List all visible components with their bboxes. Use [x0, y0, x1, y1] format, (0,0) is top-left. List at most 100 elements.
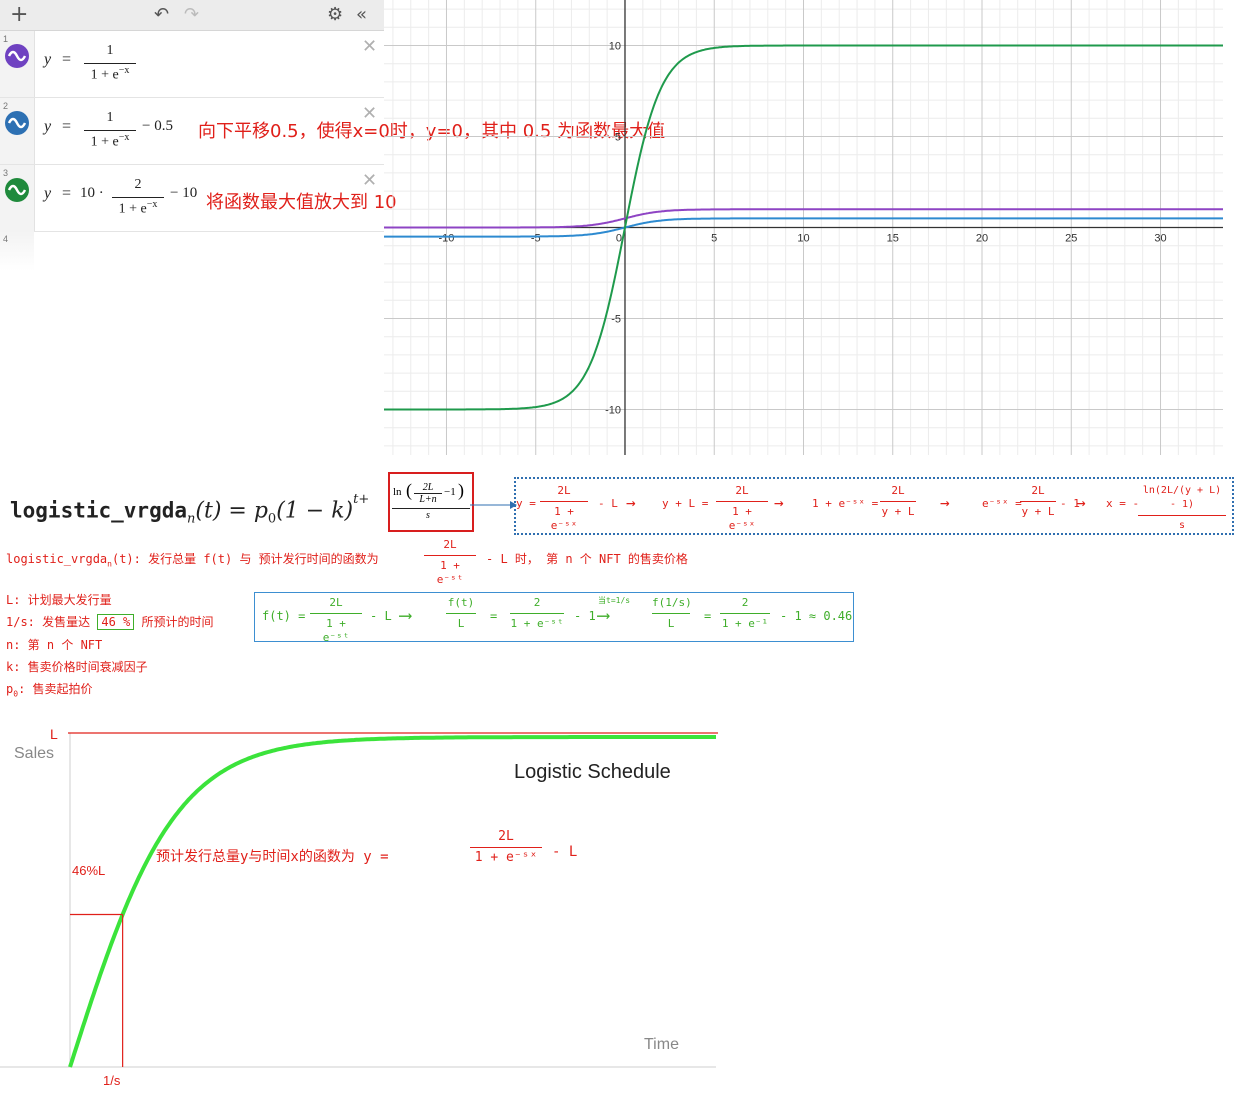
x-tick-label: 5: [711, 233, 717, 245]
note-s: 1/s: 发售量达 46 % 所预计的时间: [6, 613, 214, 630]
green-a-lhs: f(t) =: [262, 609, 306, 623]
fraction-numerator: 1: [106, 43, 114, 58]
note-line1-tail: - L 时， 第 n 个 NFT 的售卖价格: [486, 552, 688, 566]
expression-row-1[interactable]: 1 y = 1 1 + e−x ✕: [0, 31, 384, 98]
x-axis-label: Time: [644, 1036, 679, 1053]
fraction-denominator: 1 + e: [118, 201, 147, 217]
y-tick-label: -10: [605, 405, 621, 417]
fraction-numerator: 2: [134, 177, 142, 192]
green-c-frac1: f(1/s) L: [652, 596, 692, 630]
green-c-frac2: 21 + e⁻¹: [720, 596, 770, 630]
expr-lhs: y: [44, 118, 52, 135]
fraction-numerator: 1: [106, 110, 114, 125]
exponent: −x: [118, 132, 130, 143]
y-axis-label: Sales: [14, 745, 54, 762]
deriv-step4-lhs: e⁻ˢˣ =: [982, 497, 1022, 510]
close-icon[interactable]: ✕: [362, 36, 377, 57]
y-tick-label: 5: [615, 132, 621, 144]
inner-fraction: 2L L+n: [414, 482, 442, 505]
x-tick-label: 20: [976, 233, 988, 245]
L-label: L: [50, 726, 58, 742]
redo-icon[interactable]: ↷: [184, 2, 199, 28]
wave-icon[interactable]: [5, 111, 29, 135]
arrow-icon: ⟶: [400, 605, 411, 626]
note-line1-name: logistic_vrgda: [6, 552, 108, 566]
deriv-step5-lhs: x = -: [1106, 497, 1140, 510]
note-s-box: 46 %: [97, 614, 135, 630]
expr-equals: =: [62, 118, 72, 135]
chart-title: Logistic Schedule: [514, 761, 671, 783]
formula-rest: (t) = p: [195, 498, 268, 524]
wave-icon[interactable]: [5, 44, 29, 68]
deriv-step1-tail: - L: [598, 497, 618, 510]
gear-icon[interactable]: ⚙: [327, 2, 343, 28]
row-number: 2: [3, 101, 9, 111]
s-label: 1/s: [103, 1073, 121, 1088]
x-tick-label: 15: [887, 233, 899, 245]
note-s-tail: 所预计的时间: [141, 615, 214, 629]
expr-lhs: y: [44, 51, 52, 68]
expression-gutter: 1: [0, 31, 35, 97]
green-b-frac1: f(t) L: [446, 596, 476, 630]
deriv-step2-frac: 2L 1 + e⁻ˢˣ: [716, 484, 768, 533]
deriv-step3-lhs: 1 + e⁻ˢˣ =: [812, 497, 879, 510]
scale-note: 将函数最大值放大到 10: [206, 192, 397, 213]
undo-icon[interactable]: ↶: [154, 2, 169, 28]
logistic-curve: [68, 735, 716, 1068]
note-line1: logistic_vrgdan(t): 发行总量 f(t) 与 预计发行时间的函…: [6, 550, 379, 568]
arrow-icon: →: [626, 493, 636, 512]
x-tick-label: 30: [1154, 233, 1166, 245]
exponent: −x: [146, 199, 158, 210]
green-a-tail: - L: [370, 609, 392, 623]
deriv-step1-frac: 2L 1 + e⁻ˢˣ: [540, 484, 588, 533]
schedule-annotation-tail: - L: [552, 844, 578, 860]
deriv-step3-frac: 2L y + L: [880, 484, 916, 518]
note-p: p0: 售卖起拍价: [6, 680, 93, 698]
expr-prefix: 10 ·: [80, 185, 104, 201]
expression-gutter: 4: [0, 231, 34, 271]
x-tick-label: 10: [797, 233, 809, 245]
expr-fraction: 1 1 + e−x: [84, 43, 136, 83]
deriv-step5-frac: ln(2L/(y + L) - 1) s: [1138, 484, 1226, 533]
expression-row-4[interactable]: 4: [0, 231, 384, 271]
vrgda-formula: logistic_vrgdan(t) = p0(1 − k)t+: [10, 492, 369, 527]
expr-lhs: y: [44, 185, 52, 202]
green-c-eq: =: [704, 609, 712, 623]
x-tick-label: 25: [1065, 233, 1077, 245]
function-graph[interactable]: -10 -5 0 5 10 15 20 25 30 105-5-10: [384, 0, 1223, 455]
schedule-annotation-frac: 2L 1 + e⁻ˢˣ: [470, 830, 542, 865]
paren-close: ): [458, 480, 464, 500]
expr-tail: − 10: [170, 185, 198, 201]
arrow-icon: →: [940, 493, 950, 512]
arrow-icon: →: [1076, 493, 1086, 512]
logistic-schedule-chart: L Sales Logistic Schedule Time 46%L 1/s: [0, 726, 718, 1088]
inner-num: 2L: [422, 482, 434, 493]
expression-gutter: 2: [0, 98, 35, 164]
x-tick-label: -10: [439, 233, 455, 245]
formula-exp: t+: [353, 492, 370, 507]
formula-tail: (1 − k): [276, 498, 354, 524]
wave-icon[interactable]: [5, 178, 29, 202]
exp-s: s: [426, 510, 430, 521]
row-number: 4: [3, 234, 9, 244]
formula-name: logistic_vrgda: [10, 498, 188, 523]
double-chevron-left-icon[interactable]: «: [356, 2, 367, 28]
y-tick-label: 10: [609, 41, 621, 53]
expr-equals: =: [62, 185, 72, 202]
note-line1-frac: 2L 1 + e⁻ˢᵗ: [424, 538, 476, 587]
expr-fraction: 1 1 + e−x: [84, 110, 136, 150]
inner-tail: −1: [444, 486, 456, 498]
x-tick-label: -5: [531, 233, 541, 245]
expr-fraction: 2 1 + e−x: [112, 177, 164, 217]
note-k: k: 售卖价格时间衰减因子: [6, 660, 148, 674]
green-a-frac: 2L 1 + e⁻ˢᵗ: [310, 596, 362, 645]
row-number: 3: [3, 168, 9, 178]
plus-icon[interactable]: +: [10, 2, 28, 28]
deriv-step2-lhs: y + L =: [662, 497, 709, 510]
note-n: n: 第 n 个 NFT: [6, 638, 103, 652]
green-b-tail: - 1: [574, 609, 596, 623]
fraction-denominator: 1 + e: [90, 67, 119, 83]
paren-open: (: [406, 480, 412, 500]
note-p-text: : 售卖起拍价: [18, 682, 93, 696]
expression-gutter: 3: [0, 165, 35, 231]
